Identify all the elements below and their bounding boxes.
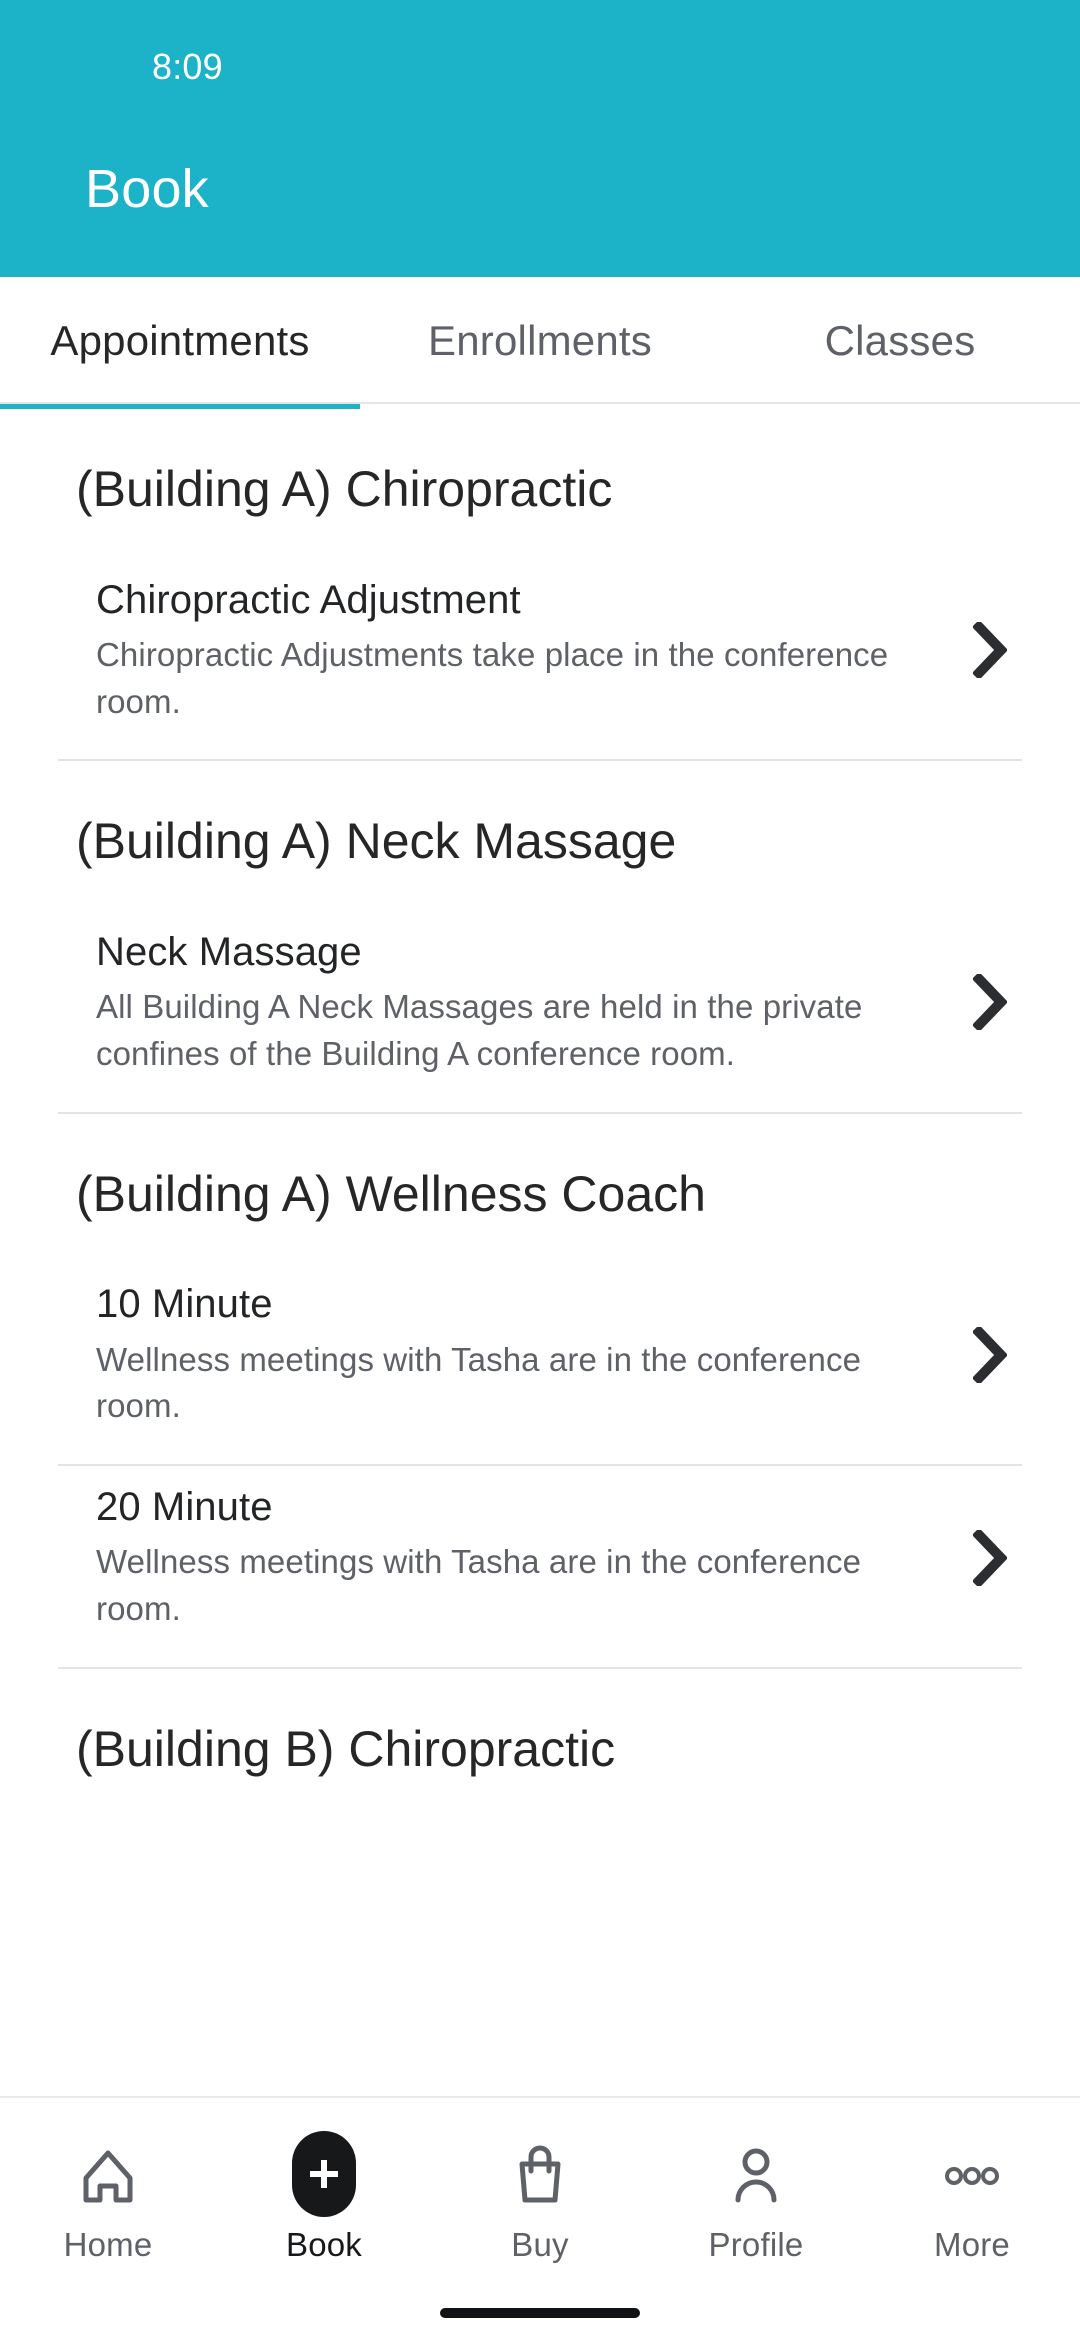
- tab-bar: Appointments Enrollments Classes: [0, 277, 1080, 409]
- nav-item-home[interactable]: Home: [0, 2128, 216, 2264]
- list-item[interactable]: Chiropractic Adjustment Chiropractic Adj…: [0, 559, 1080, 760]
- bottom-navigation-bar: Home Book Buy Profile More: [0, 2096, 1080, 2340]
- ellipsis-icon: [926, 2128, 1018, 2220]
- nav-item-buy[interactable]: Buy: [432, 2128, 648, 2264]
- home-indicator: [440, 2308, 640, 2318]
- list-item-text: Chiropractic Adjustment Chiropractic Adj…: [96, 575, 960, 726]
- list-item-title: Neck Massage: [96, 929, 362, 974]
- section-header-building-b-chiropractic: (Building B) Chiropractic: [76, 1721, 616, 1778]
- chevron-right-icon[interactable]: [960, 621, 1020, 678]
- chevron-right-icon[interactable]: [960, 1529, 1020, 1586]
- nav-item-more-label: More: [934, 2226, 1010, 2263]
- list-item[interactable]: 20 Minute Wellness meetings with Tasha a…: [0, 1466, 1080, 1667]
- tab-appointments[interactable]: Appointments: [0, 277, 360, 409]
- list-item-description: Chiropractic Adjustments take place in t…: [96, 635, 889, 720]
- nav-item-more[interactable]: More: [864, 2128, 1080, 2264]
- tab-classes-label: Classes: [824, 317, 976, 364]
- phone-screen: 8:09 Book Appointments Enrollments Class…: [0, 0, 1080, 2340]
- section-header-building-a-neck-massage: (Building A) Neck Massage: [76, 813, 677, 870]
- list-item[interactable]: 10 Minute Wellness meetings with Tasha a…: [0, 1263, 1080, 1464]
- list-item-description: Wellness meetings with Tasha are in the …: [96, 1340, 862, 1425]
- tab-appointments-label: Appointments: [50, 317, 310, 364]
- list-item-text: 10 Minute Wellness meetings with Tasha a…: [96, 1279, 960, 1430]
- shopping-bag-icon: [494, 2128, 586, 2220]
- list-item-title: Chiropractic Adjustment: [96, 577, 521, 622]
- home-icon: [62, 2128, 154, 2220]
- plus-icon: [278, 2128, 370, 2220]
- list-item-title: 10 Minute: [96, 1282, 273, 1327]
- nav-item-book-label: Book: [285, 2226, 363, 2263]
- tab-classes[interactable]: Classes: [720, 277, 1080, 409]
- section-header-building-a-chiropractic: (Building A) Chiropractic: [76, 461, 613, 517]
- chevron-right-icon[interactable]: [960, 974, 1020, 1031]
- list-item-text: 20 Minute Wellness meetings with Tasha a…: [96, 1482, 960, 1633]
- list-item[interactable]: Neck Massage All Building A Neck Massage…: [0, 911, 1080, 1112]
- nav-item-home-label: Home: [63, 2226, 153, 2263]
- section-header-building-a-wellness-coach: (Building A) Wellness Coach: [76, 1165, 706, 1222]
- nav-item-profile[interactable]: Profile: [648, 2128, 864, 2264]
- list-item-description: All Building A Neck Massages are held in…: [96, 988, 863, 1072]
- page-title: Book: [85, 159, 209, 219]
- nav-item-buy-label: Buy: [511, 2226, 569, 2263]
- list-item-description: Wellness meetings with Tasha are in the …: [96, 1543, 862, 1628]
- nav-item-profile-label: Profile: [708, 2226, 804, 2263]
- appointments-list[interactable]: (Building A) Chiropractic Chiropractic A…: [0, 409, 1080, 2096]
- tab-bar-bottom-border: [0, 402, 1080, 404]
- person-icon: [710, 2128, 802, 2220]
- status-bar: 8:09: [0, 0, 1080, 110]
- tab-enrollments-label: Enrollments: [428, 317, 652, 364]
- nav-item-book[interactable]: Book: [216, 2128, 432, 2264]
- app-header: 8:09 Book: [0, 0, 1080, 277]
- chevron-right-icon[interactable]: [960, 1326, 1020, 1383]
- status-bar-clock: 8:09: [152, 46, 223, 87]
- list-item-text: Neck Massage All Building A Neck Massage…: [96, 927, 960, 1078]
- tab-enrollments[interactable]: Enrollments: [360, 277, 720, 409]
- list-item-title: 20 Minute: [96, 1485, 273, 1530]
